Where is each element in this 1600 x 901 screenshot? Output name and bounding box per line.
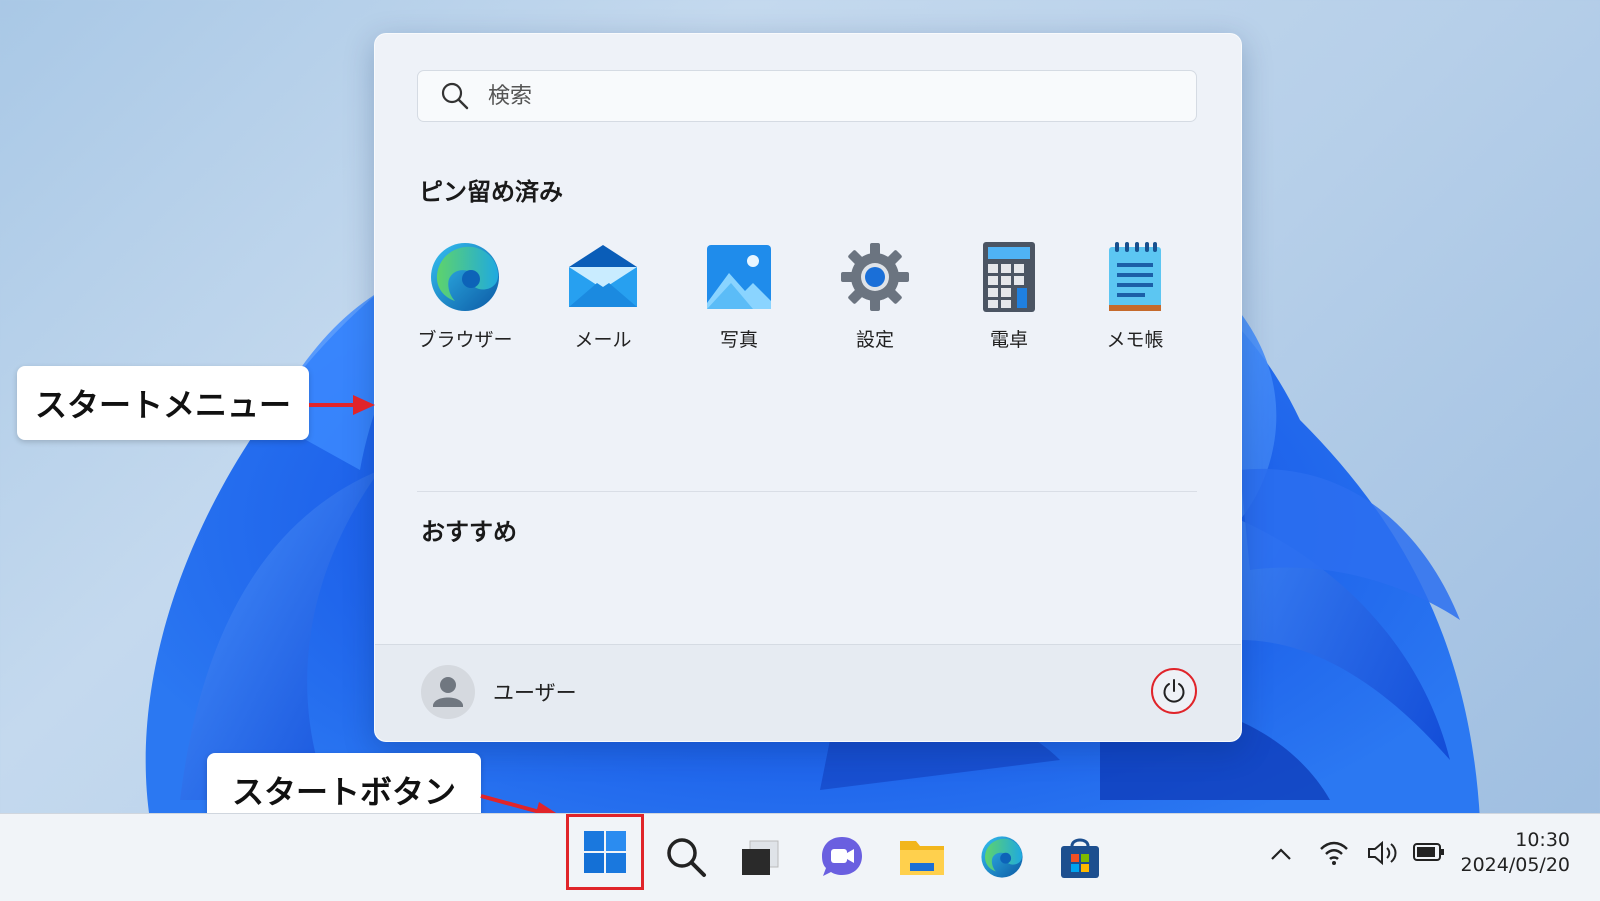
clock-date: 2024/05/20 — [1460, 854, 1570, 876]
search-icon — [441, 82, 469, 110]
avatar-icon — [421, 665, 475, 719]
taskbar-search-button[interactable] — [658, 829, 714, 885]
power-button[interactable] — [1151, 668, 1197, 714]
calculator-icon — [983, 242, 1035, 312]
store-icon — [1061, 838, 1099, 878]
pinned-app-calculator[interactable]: 電卓 — [949, 239, 1069, 352]
edge-icon — [981, 836, 1023, 878]
app-label: 写真 — [719, 329, 758, 351]
notepad-icon — [1109, 242, 1161, 311]
taskbar: 10:30 2024/05/20 — [0, 813, 1600, 901]
taskbar-task-view-button[interactable] — [732, 829, 788, 885]
volume-icon[interactable] — [1366, 838, 1400, 868]
start-menu-footer: ユーザー — [375, 644, 1241, 741]
arrow-to-start-menu — [309, 395, 375, 415]
taskbar-edge-button[interactable] — [974, 829, 1030, 885]
user-name: ユーザー — [493, 681, 577, 705]
search-input[interactable] — [486, 82, 1090, 110]
windows-start-icon — [584, 831, 626, 873]
pinned-app-photos[interactable]: 写真 — [679, 239, 799, 352]
app-label: 設定 — [855, 329, 894, 351]
app-label: メモ帳 — [1106, 329, 1164, 351]
task-view-icon — [742, 840, 779, 875]
chevron-up-icon[interactable] — [1268, 844, 1294, 864]
taskbar-chat-button[interactable] — [814, 829, 870, 885]
callout-start-menu: スタートメニュー — [17, 366, 309, 440]
battery-icon[interactable] — [1412, 840, 1446, 864]
app-label: 電卓 — [989, 329, 1028, 351]
file-explorer-icon — [900, 841, 944, 875]
pinned-app-notepad[interactable]: メモ帳 — [1075, 239, 1195, 352]
app-label: メール — [574, 329, 632, 351]
edge-icon — [431, 243, 499, 311]
start-button[interactable] — [566, 814, 644, 890]
taskbar-file-explorer-button[interactable] — [894, 829, 950, 885]
chat-icon — [822, 837, 862, 876]
wifi-icon[interactable] — [1318, 838, 1350, 868]
start-menu: ピン留め済み ブラウザー メール — [374, 33, 1242, 742]
system-clock[interactable]: 10:30 2024/05/20 — [1460, 828, 1570, 878]
mail-icon — [569, 245, 637, 307]
pinned-app-browser[interactable]: ブラウザー — [405, 239, 525, 352]
settings-icon — [841, 243, 909, 311]
section-divider — [417, 491, 1197, 492]
pinned-section-title: ピン留め済み — [419, 178, 563, 206]
clock-time: 10:30 — [1515, 829, 1570, 851]
recommended-section-title: おすすめ — [421, 518, 517, 546]
taskbar-store-button[interactable] — [1052, 829, 1108, 885]
pinned-app-settings[interactable]: 設定 — [815, 239, 935, 352]
search-box[interactable] — [417, 70, 1197, 122]
photos-icon — [707, 245, 771, 309]
app-label: ブラウザー — [417, 329, 513, 351]
pinned-apps-grid: ブラウザー メール 写真 設定 電卓 メモ帳 — [405, 239, 1205, 359]
power-icon — [1163, 679, 1185, 703]
pinned-app-mail[interactable]: メール — [543, 239, 663, 352]
search-icon — [667, 838, 706, 877]
user-account[interactable]: ユーザー — [421, 665, 577, 719]
